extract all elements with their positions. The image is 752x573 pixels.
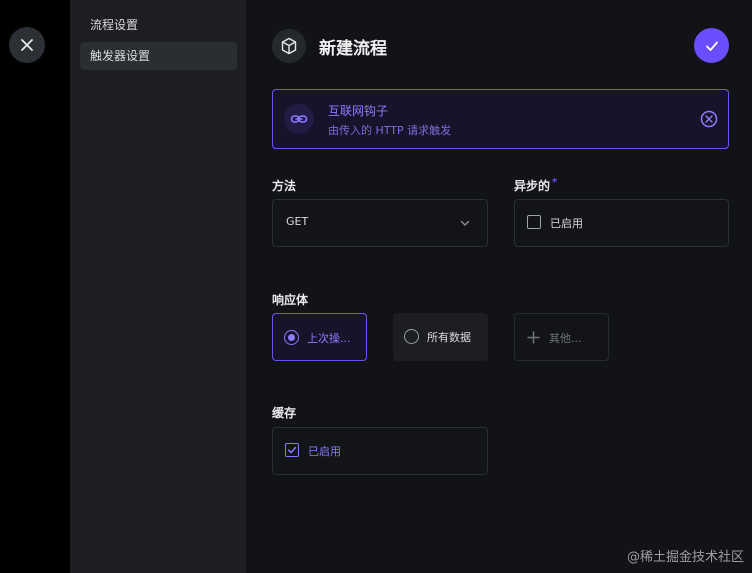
close-icon <box>21 39 33 51</box>
radio-selected-icon <box>284 330 299 345</box>
response-option-label: 其他... <box>549 332 582 345</box>
plus-icon <box>527 331 540 344</box>
async-label: 异步的 * <box>514 177 557 194</box>
sidebar-item-label: 触发器设置 <box>90 49 151 63</box>
method-label: 方法 <box>272 179 297 193</box>
sidebar-item-flow-settings[interactable]: 流程设置 <box>80 11 237 39</box>
async-label-text: 异步的 <box>514 179 551 193</box>
close-button[interactable] <box>9 27 45 63</box>
page-title: 新建流程 <box>319 39 387 59</box>
async-checkbox[interactable] <box>527 215 541 229</box>
check-icon <box>287 446 297 454</box>
flow-icon-badge <box>272 29 306 63</box>
trigger-icon-badge <box>284 104 314 134</box>
trigger-card[interactable]: 互联网钩子 由传入的 HTTP 请求触发 <box>272 89 729 149</box>
cache-label: 缓存 <box>272 406 297 420</box>
cache-toggle[interactable]: 已启用 <box>272 427 488 475</box>
response-option-all-data[interactable]: 所有数据 <box>393 313 488 361</box>
link-icon <box>290 115 308 123</box>
sidebar-item-trigger-settings[interactable]: 触发器设置 <box>80 42 237 70</box>
cache-checkbox[interactable] <box>285 443 299 457</box>
watermark: @稀土掘金技术社区 <box>626 550 744 565</box>
chevron-down-icon <box>460 220 470 226</box>
confirm-button[interactable] <box>694 28 729 63</box>
method-value: GET <box>286 215 309 228</box>
trigger-title: 互联网钩子 <box>328 104 389 118</box>
response-option-other[interactable]: 其他... <box>514 313 609 361</box>
response-option-label: 所有数据 <box>427 331 471 344</box>
response-option-label: 上次操... <box>307 332 351 345</box>
settings-sidebar: 流程设置 触发器设置 <box>70 0 246 573</box>
main-panel: 新建流程 互联网钩子 由传入的 HTTP 请求触发 方法 GET 异步的 * 已… <box>246 0 752 573</box>
async-checkbox-label: 已启用 <box>550 217 583 230</box>
async-toggle[interactable]: 已启用 <box>514 199 729 247</box>
sidebar-item-label: 流程设置 <box>90 18 139 32</box>
left-rail <box>0 0 70 573</box>
method-select[interactable]: GET <box>272 199 488 247</box>
check-icon <box>705 41 718 51</box>
circle-x-icon <box>700 110 718 128</box>
cache-checkbox-label: 已启用 <box>308 445 341 458</box>
trigger-subtitle: 由传入的 HTTP 请求触发 <box>328 124 452 137</box>
cube-icon <box>281 37 297 55</box>
response-option-last-operation[interactable]: 上次操... <box>272 313 367 361</box>
remove-trigger-button[interactable] <box>699 109 719 129</box>
required-mark: * <box>552 177 558 188</box>
radio-unselected-icon <box>404 329 419 344</box>
response-body-label: 响应体 <box>272 293 309 307</box>
